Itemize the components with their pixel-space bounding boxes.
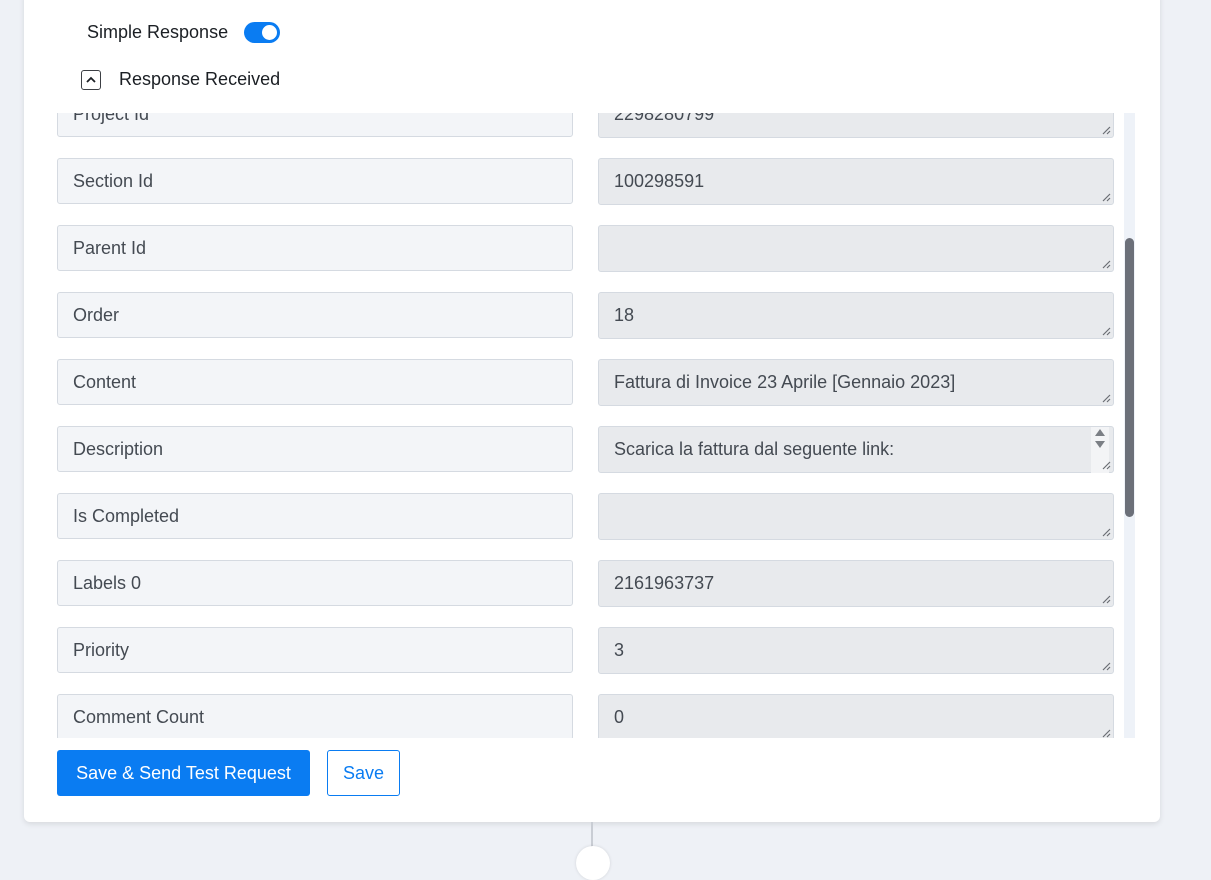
resize-handle-icon[interactable] [1101,460,1111,470]
save-button[interactable]: Save [327,750,400,796]
resize-handle-icon[interactable] [1101,661,1111,671]
field-value-text: 100298591 [614,171,705,191]
field-value-text: Fattura di Invoice 23 Aprile [Gennaio 20… [614,372,956,392]
field-key[interactable]: Is Completed [57,493,573,539]
resize-handle-icon[interactable] [1101,393,1111,403]
save-send-test-button[interactable]: Save & Send Test Request [57,750,310,796]
resize-handle-icon[interactable] [1101,326,1111,336]
field-list: Project Id 2298280799 Section Id 1002985… [57,113,1114,738]
field-row: Is Completed [57,493,1114,560]
field-row: Content Fattura di Invoice 23 Aprile [Ge… [57,359,1114,426]
field-value[interactable] [598,225,1114,272]
field-value-text: 0 [614,707,625,727]
field-key[interactable]: Project Id [57,113,573,137]
resize-handle-icon[interactable] [1101,259,1111,269]
field-value[interactable]: 0 [598,694,1114,738]
field-key[interactable]: Labels 0 [57,560,573,606]
add-step-node[interactable] [576,846,610,880]
field-value-text: 2298280799 [614,113,715,124]
field-key[interactable]: Description [57,426,573,472]
collapse-button[interactable] [81,69,101,90]
field-key[interactable]: Priority [57,627,573,673]
resize-handle-icon[interactable] [1101,192,1111,202]
field-row: Order 18 [57,292,1114,359]
field-value[interactable]: 2298280799 [598,113,1114,138]
field-key[interactable]: Content [57,359,573,405]
field-value-text: Scarica la fattura dal seguente link: [614,439,895,459]
chevron-up-icon [86,76,96,83]
field-value[interactable]: Scarica la fattura dal seguente link: [598,426,1114,473]
resize-handle-icon[interactable] [1101,125,1111,135]
resize-handle-icon[interactable] [1101,728,1111,738]
field-key[interactable]: Section Id [57,158,573,204]
field-value-text: 2161963737 [614,573,715,593]
field-value-text: 18 [614,305,635,325]
field-row: Project Id 2298280799 [57,113,1114,158]
field-row: Description Scarica la fattura dal segue… [57,426,1114,493]
field-row: Labels 0 2161963737 [57,560,1114,627]
field-key[interactable]: Comment Count [57,694,573,738]
resize-handle-icon[interactable] [1101,527,1111,537]
arrow-up-icon[interactable] [1094,428,1106,437]
scrollbar-thumb[interactable] [1125,238,1134,517]
field-value[interactable]: 3 [598,627,1114,674]
simple-response-label: Simple Response [87,22,229,42]
simple-response-toggle[interactable] [244,22,281,43]
field-row: Parent Id [57,225,1114,292]
simple-response-row: Simple Response [87,22,281,43]
field-value[interactable]: 2161963737 [598,560,1114,607]
toggle-knob [262,25,278,40]
field-row: Priority 3 [57,627,1114,694]
field-value[interactable] [598,493,1114,540]
field-key[interactable]: Order [57,292,573,338]
response-received-label: Response Received [119,69,281,89]
response-received-header: Response Received [81,69,280,90]
field-key[interactable]: Parent Id [57,225,573,271]
response-fields-scroll[interactable]: Project Id 2298280799 Section Id 1002985… [57,113,1135,738]
field-value[interactable]: 18 [598,292,1114,339]
scrollbar-track[interactable] [1124,113,1135,738]
arrow-down-icon[interactable] [1094,440,1106,449]
field-row: Comment Count 0 [57,694,1114,738]
field-value-text: 3 [614,640,625,660]
field-value[interactable]: Fattura di Invoice 23 Aprile [Gennaio 20… [598,359,1114,406]
field-value[interactable]: 100298591 [598,158,1114,205]
field-row: Section Id 100298591 [57,158,1114,225]
resize-handle-icon[interactable] [1101,594,1111,604]
